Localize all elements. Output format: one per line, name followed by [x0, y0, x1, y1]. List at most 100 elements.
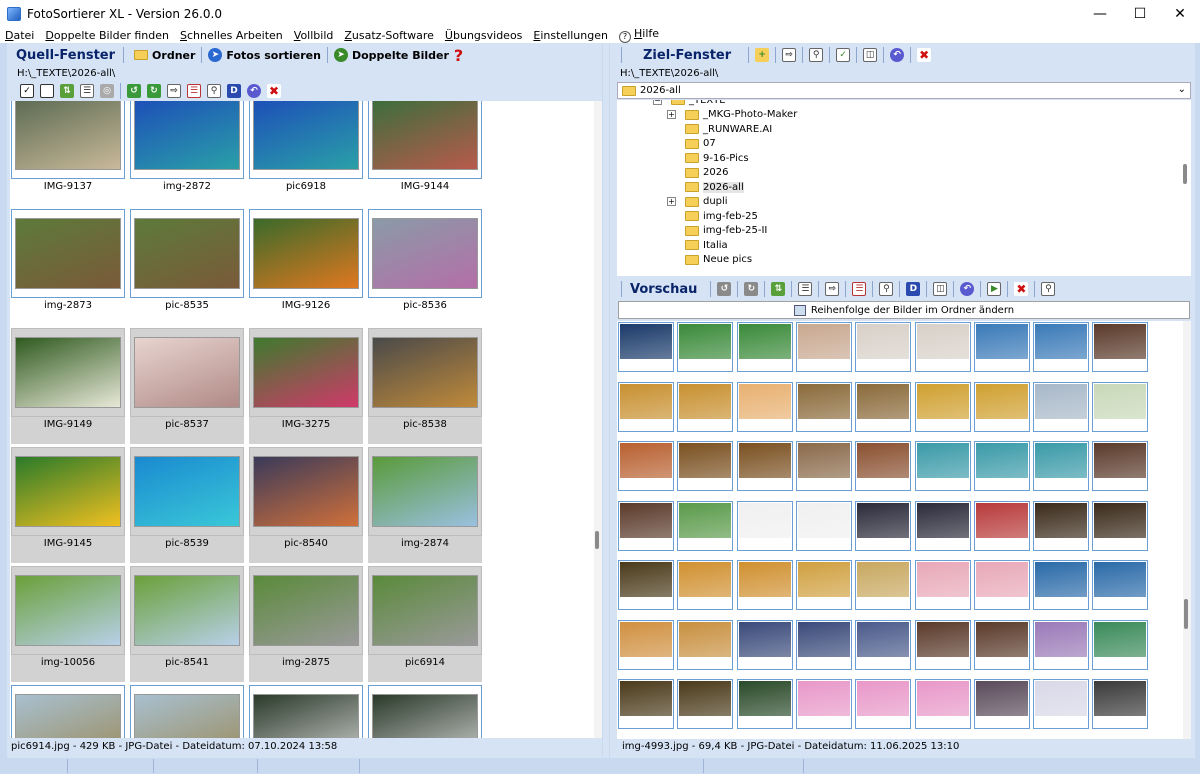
- source-thumbnail[interactable]: [130, 685, 244, 738]
- check-all-icon[interactable]: ✓: [18, 82, 36, 100]
- preview-thumbnail[interactable]: [1033, 679, 1090, 729]
- list-view-icon[interactable]: ☰: [796, 280, 814, 298]
- tree-scrollbar[interactable]: [1182, 100, 1190, 276]
- tree-item[interactable]: 2026: [667, 166, 728, 180]
- preview-thumbnail[interactable]: [855, 560, 912, 610]
- tree-item[interactable]: img-feb-25: [667, 209, 758, 223]
- preview-thumbnail[interactable]: [914, 738, 971, 739]
- source-thumbnail[interactable]: [249, 685, 363, 738]
- preview-thumbnail[interactable]: [914, 560, 971, 610]
- preview-thumbnail[interactable]: [973, 679, 1030, 729]
- menu-item[interactable]: Einstellungen: [533, 29, 608, 42]
- tree-item[interactable]: − _TEXTE: [653, 100, 726, 107]
- source-thumbnail[interactable]: pic-8541: [130, 566, 244, 682]
- preview-thumbnail[interactable]: [855, 500, 912, 551]
- preview-thumbnail[interactable]: [914, 619, 971, 670]
- search-icon[interactable]: ⚲: [205, 82, 223, 100]
- preview-thumbnail[interactable]: [736, 500, 793, 551]
- new-folder-icon[interactable]: +: [753, 46, 771, 64]
- preview-thumbnail[interactable]: [618, 441, 674, 491]
- preview-thumbnail[interactable]: [618, 738, 674, 739]
- preview-thumbnail[interactable]: [736, 619, 793, 670]
- preview-thumbnail[interactable]: [973, 738, 1030, 739]
- preview-thumbnail[interactable]: [1092, 738, 1149, 739]
- tree-item[interactable]: 2026-all: [667, 180, 744, 194]
- source-thumbnail[interactable]: pic-8539: [130, 447, 244, 563]
- preview-thumbnail[interactable]: [914, 500, 971, 551]
- search-icon[interactable]: ⚲: [877, 280, 895, 298]
- preview-thumbnail[interactable]: [618, 500, 674, 551]
- uncheck-all-icon[interactable]: [38, 82, 56, 100]
- open-folder-button[interactable]: Ordner: [127, 45, 198, 65]
- preview-thumbnail[interactable]: [973, 500, 1030, 551]
- source-thumbnail[interactable]: pic-8538: [368, 328, 482, 444]
- delete-icon[interactable]: ✖: [1012, 280, 1030, 298]
- source-thumbnail[interactable]: img-2874: [368, 447, 482, 563]
- sort-arrows-icon[interactable]: ⇅: [58, 82, 76, 100]
- preview-thumbnail[interactable]: [736, 679, 793, 729]
- preview-thumbnail[interactable]: [795, 500, 852, 551]
- move-icon[interactable]: ⇨: [165, 82, 183, 100]
- chevron-down-icon[interactable]: ⌄: [1178, 84, 1186, 95]
- preview-thumbnail[interactable]: [795, 322, 852, 372]
- menu-item[interactable]: Übungsvideos: [445, 29, 522, 42]
- expand-toggle[interactable]: +: [667, 110, 676, 119]
- d-icon[interactable]: D: [225, 82, 243, 100]
- menu-item[interactable]: Doppelte Bilder finden: [45, 29, 169, 42]
- source-thumbnail[interactable]: [11, 685, 125, 738]
- source-scrollbar[interactable]: [594, 101, 602, 738]
- minimize-button[interactable]: —: [1080, 0, 1120, 27]
- delete-icon[interactable]: ✖: [915, 46, 933, 64]
- preview-thumbnail[interactable]: [1033, 738, 1090, 739]
- preview-thumbnail[interactable]: [973, 619, 1030, 670]
- preview-thumbnail[interactable]: [618, 679, 674, 729]
- preview-scrollbar[interactable]: [1183, 321, 1191, 739]
- expand-toggle[interactable]: +: [667, 197, 676, 206]
- rotate-left-icon[interactable]: ↺: [715, 280, 733, 298]
- source-thumbnail[interactable]: img-2872: [130, 101, 244, 206]
- preview-thumbnail[interactable]: [1033, 322, 1090, 372]
- preview-thumbnail[interactable]: [677, 619, 734, 670]
- preview-thumbnail[interactable]: [914, 322, 971, 372]
- source-thumbnail[interactable]: img-2873: [11, 209, 125, 325]
- tree-item[interactable]: + dupli: [667, 195, 728, 209]
- preview-thumbnail[interactable]: [677, 679, 734, 729]
- preview-thumbnail[interactable]: [914, 441, 971, 491]
- preview-thumbnail[interactable]: [1033, 381, 1090, 432]
- preview-thumbnail[interactable]: [855, 679, 912, 729]
- preview-thumbnail[interactable]: [973, 441, 1030, 491]
- preview-thumbnail[interactable]: [1092, 619, 1149, 670]
- move-icon[interactable]: ⇨: [823, 280, 841, 298]
- folder-combo[interactable]: 2026-all ⌄: [617, 82, 1191, 99]
- source-thumbnail[interactable]: IMG-9144: [368, 101, 482, 206]
- tree-item[interactable]: _RUNWARE.AI: [667, 122, 772, 136]
- preview-thumbnail[interactable]: [736, 381, 793, 432]
- rotate-left-icon[interactable]: ↺: [125, 82, 143, 100]
- source-thumbnail[interactable]: IMG-9145: [11, 447, 125, 563]
- preview-thumbnail[interactable]: [677, 500, 734, 551]
- preview-thumbnail[interactable]: [855, 738, 912, 739]
- preview-thumbnail[interactable]: [677, 322, 734, 372]
- preview-thumbnail[interactable]: [1092, 560, 1149, 610]
- preview-thumbnail[interactable]: [795, 441, 852, 491]
- preview-thumbnail[interactable]: [618, 560, 674, 610]
- tree-item[interactable]: + _MKG-Photo-Maker: [667, 108, 797, 122]
- tree-item[interactable]: 07: [667, 137, 716, 151]
- tree-item[interactable]: Italia: [667, 238, 728, 252]
- d-icon[interactable]: D: [904, 280, 922, 298]
- preview-thumbnail[interactable]: [855, 619, 912, 670]
- preview-thumbnail[interactable]: [914, 679, 971, 729]
- undo-icon[interactable]: ↶: [958, 280, 976, 298]
- preview-thumbnail[interactable]: [795, 679, 852, 729]
- tree-item[interactable]: Neue pics: [667, 253, 752, 267]
- preview-thumbnail[interactable]: [855, 381, 912, 432]
- source-thumbnail[interactable]: IMG-3275: [249, 328, 363, 444]
- help-button[interactable]: ?: [452, 45, 465, 65]
- menu-item[interactable]: ? Hilfe: [618, 27, 659, 43]
- document-icon[interactable]: ☰: [850, 280, 868, 298]
- source-thumbnail[interactable]: img-2875: [249, 566, 363, 682]
- tree-scrollbar-thumb[interactable]: [1183, 164, 1187, 184]
- spiral-icon[interactable]: ◎: [98, 82, 116, 100]
- preview-thumbnail[interactable]: [1092, 381, 1149, 432]
- move-icon[interactable]: ⇨: [780, 46, 798, 64]
